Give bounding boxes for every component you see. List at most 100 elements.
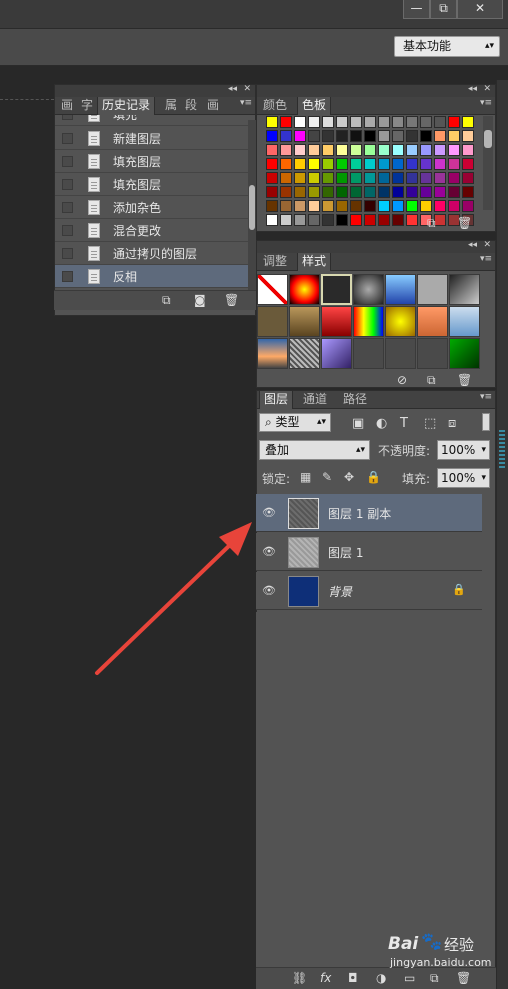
dock-grip[interactable] (499, 430, 505, 470)
filter-toggle[interactable] (482, 413, 490, 431)
color-swatch[interactable] (392, 172, 404, 184)
history-scroll-thumb[interactable] (249, 185, 255, 230)
color-swatch[interactable] (462, 130, 474, 142)
link-icon[interactable]: ⛓ (292, 971, 307, 985)
color-swatch[interactable] (434, 158, 446, 170)
history-item[interactable]: 填充图层 (55, 150, 249, 173)
color-swatch[interactable] (406, 214, 418, 226)
layer-style-preset[interactable] (289, 338, 320, 369)
color-swatch[interactable] (308, 130, 320, 142)
color-swatch[interactable] (378, 130, 390, 142)
fx-icon[interactable]: fx (320, 971, 331, 985)
color-swatch[interactable] (266, 116, 278, 128)
panel-menu-icon[interactable]: ▾≡ (240, 98, 252, 108)
color-swatch[interactable] (294, 144, 306, 156)
color-swatch[interactable] (434, 200, 446, 212)
color-swatch[interactable] (448, 186, 460, 198)
layer-style-preset[interactable] (449, 338, 480, 369)
color-swatch[interactable] (266, 214, 278, 226)
mask-icon[interactable]: ◘ (348, 971, 358, 985)
visibility-eye-icon[interactable]: 👁 (262, 506, 276, 519)
snapshot-checkbox[interactable] (62, 133, 73, 144)
color-swatch[interactable] (392, 200, 404, 212)
color-swatch[interactable] (280, 172, 292, 184)
color-swatch[interactable] (280, 158, 292, 170)
history-item[interactable]: 填充 (55, 115, 249, 126)
color-swatch[interactable] (266, 158, 278, 170)
color-swatch[interactable] (294, 116, 306, 128)
color-swatch[interactable] (350, 186, 362, 198)
color-swatch[interactable] (392, 186, 404, 198)
layer-row[interactable]: 👁 背景 🔒 (256, 572, 482, 610)
image-filter-icon[interactable]: ▣ (352, 416, 364, 431)
swatch-scroll-thumb[interactable] (484, 130, 492, 148)
color-swatch[interactable] (294, 130, 306, 142)
color-swatch[interactable] (364, 172, 376, 184)
layer-style-preset[interactable] (385, 338, 416, 369)
tab-layers[interactable]: 图层 (259, 391, 294, 409)
fill-input[interactable]: 100% ▾ (437, 468, 490, 488)
color-swatch[interactable] (350, 144, 362, 156)
color-swatch[interactable] (308, 172, 320, 184)
tab-history[interactable]: 历史记录 (97, 97, 156, 115)
lock-transparency-icon[interactable]: ▦ (300, 470, 311, 484)
color-swatch[interactable] (434, 172, 446, 184)
color-swatch[interactable] (448, 200, 460, 212)
color-swatch[interactable] (266, 130, 278, 142)
color-swatch[interactable] (294, 172, 306, 184)
color-swatch[interactable] (322, 172, 334, 184)
tab-styles[interactable]: 样式 (297, 253, 332, 271)
tab-paragraph[interactable]: 段 (181, 97, 201, 115)
color-swatch[interactable] (420, 116, 432, 128)
color-swatch[interactable] (378, 214, 390, 226)
color-swatch[interactable] (336, 172, 348, 184)
trash-icon[interactable]: 🗑 (224, 293, 239, 307)
adjustment-icon[interactable]: ◑ (376, 971, 386, 985)
trash-icon[interactable]: 🗑 (457, 373, 472, 387)
layer-style-preset[interactable] (353, 338, 384, 369)
layer-style-preset[interactable] (321, 274, 352, 305)
color-swatch[interactable] (322, 186, 334, 198)
snapshot-checkbox[interactable] (62, 156, 73, 167)
color-swatch[interactable] (350, 214, 362, 226)
color-swatch[interactable] (406, 172, 418, 184)
tab-swatches[interactable]: 色板 (297, 97, 332, 115)
minimize-button[interactable]: — (403, 0, 430, 19)
workspace-select[interactable]: 基本功能 ▴▾ (394, 36, 500, 57)
lock-paint-icon[interactable]: ✎ (322, 470, 332, 484)
color-swatch[interactable] (266, 200, 278, 212)
tab-properties[interactable]: 属 (161, 97, 181, 115)
new-swatch-icon[interactable]: ⧉ (427, 216, 436, 231)
close-panel-icon[interactable]: ✕ (243, 84, 251, 94)
color-swatch[interactable] (420, 200, 432, 212)
type-filter-icon[interactable]: T (400, 416, 408, 431)
color-swatch[interactable] (364, 214, 376, 226)
layer-style-preset[interactable] (321, 306, 352, 337)
color-swatch[interactable] (280, 116, 292, 128)
color-swatch[interactable] (364, 144, 376, 156)
color-swatch[interactable] (336, 158, 348, 170)
color-swatch[interactable] (448, 130, 460, 142)
color-swatch[interactable] (308, 186, 320, 198)
panel-menu-icon[interactable]: ▾≡ (480, 254, 492, 264)
history-item[interactable]: 通过拷贝的图层 (55, 242, 249, 265)
color-swatch[interactable] (406, 130, 418, 142)
layer-style-preset[interactable] (417, 338, 448, 369)
layer-style-preset[interactable] (449, 274, 480, 305)
history-item-selected[interactable]: 反相 (55, 265, 249, 288)
color-swatch[interactable] (434, 144, 446, 156)
color-swatch[interactable] (294, 214, 306, 226)
layer-style-preset[interactable] (449, 306, 480, 337)
shape-filter-icon[interactable]: ⬚ (424, 416, 436, 431)
color-swatch[interactable] (280, 186, 292, 198)
visibility-eye-icon[interactable]: 👁 (262, 545, 276, 558)
adjustment-filter-icon[interactable]: ◐ (376, 416, 387, 431)
snapshot-checkbox[interactable] (62, 179, 73, 190)
color-swatch[interactable] (392, 130, 404, 142)
color-swatch[interactable] (378, 172, 390, 184)
opacity-input[interactable]: 100% ▾ (437, 440, 490, 460)
color-swatch[interactable] (336, 130, 348, 142)
color-swatch[interactable] (322, 158, 334, 170)
trash-icon[interactable]: 🗑 (457, 216, 472, 230)
panel-menu-icon[interactable]: ▾≡ (480, 98, 492, 108)
